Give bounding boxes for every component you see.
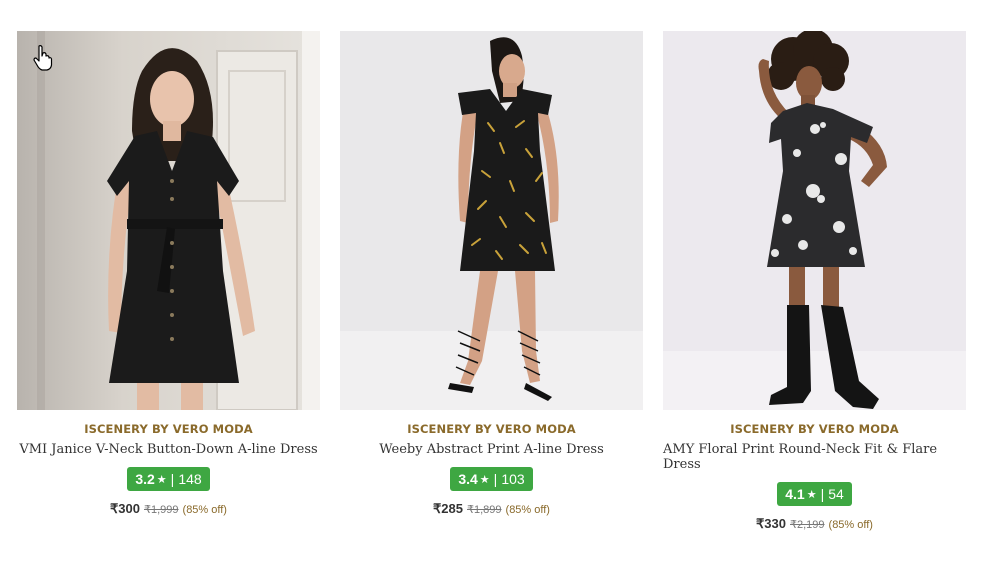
product-photo-dress-black-buttondown <box>17 31 320 410</box>
price-row: ₹300 ₹1,999 (85% off) <box>110 501 227 517</box>
rating-score: 3.4 <box>458 471 478 487</box>
discount-label: (85% off) <box>505 504 550 516</box>
product-title[interactable]: VMI Janice V-Neck Button-Down A-line Dre… <box>19 442 317 457</box>
star-icon: ★ <box>156 473 167 486</box>
rating-separator: | <box>170 471 175 487</box>
rating-badge: 4.1 ★ | 54 <box>777 482 852 506</box>
original-price: ₹1,999 <box>144 504 179 516</box>
review-count: 148 <box>178 471 202 487</box>
discount-label: (85% off) <box>828 519 873 531</box>
product-photo-dress-floral-print <box>663 31 966 410</box>
original-price: ₹2,199 <box>790 519 825 531</box>
original-price: ₹1,899 <box>467 504 502 516</box>
product-image[interactable] <box>17 31 320 410</box>
product-image[interactable] <box>340 31 643 410</box>
star-icon: ★ <box>806 488 817 501</box>
discount-label: (85% off) <box>182 504 227 516</box>
product-card[interactable]: ISCENERY BY VERO MODA Weeby Abstract Pri… <box>340 31 643 532</box>
selling-price: ₹300 <box>110 501 140 516</box>
rating-score: 3.2 <box>135 471 155 487</box>
product-title[interactable]: AMY Floral Print Round-Neck Fit & Flare … <box>663 442 966 472</box>
review-count: 54 <box>828 486 844 502</box>
product-photo-dress-black-abstract-print <box>340 31 643 410</box>
star-icon: ★ <box>479 473 490 486</box>
product-brand: ISCENERY BY VERO MODA <box>407 422 576 436</box>
product-title[interactable]: Weeby Abstract Print A-line Dress <box>379 442 604 457</box>
price-row: ₹330 ₹2,199 (85% off) <box>756 516 873 532</box>
review-count: 103 <box>501 471 525 487</box>
product-brand: ISCENERY BY VERO MODA <box>84 422 253 436</box>
rating-badge: 3.2 ★ | 148 <box>127 467 210 491</box>
rating-score: 4.1 <box>785 486 805 502</box>
price-row: ₹285 ₹1,899 (85% off) <box>433 501 550 517</box>
product-card[interactable]: ISCENERY BY VERO MODA VMI Janice V-Neck … <box>17 31 320 532</box>
rating-badge: 3.4 ★ | 103 <box>450 467 533 491</box>
selling-price: ₹285 <box>433 501 463 516</box>
product-grid: ISCENERY BY VERO MODA VMI Janice V-Neck … <box>17 31 966 532</box>
product-brand: ISCENERY BY VERO MODA <box>730 422 899 436</box>
selling-price: ₹330 <box>756 516 786 531</box>
product-card[interactable]: ISCENERY BY VERO MODA AMY Floral Print R… <box>663 31 966 532</box>
rating-separator: | <box>493 471 498 487</box>
product-image[interactable] <box>663 31 966 410</box>
rating-separator: | <box>820 486 825 502</box>
